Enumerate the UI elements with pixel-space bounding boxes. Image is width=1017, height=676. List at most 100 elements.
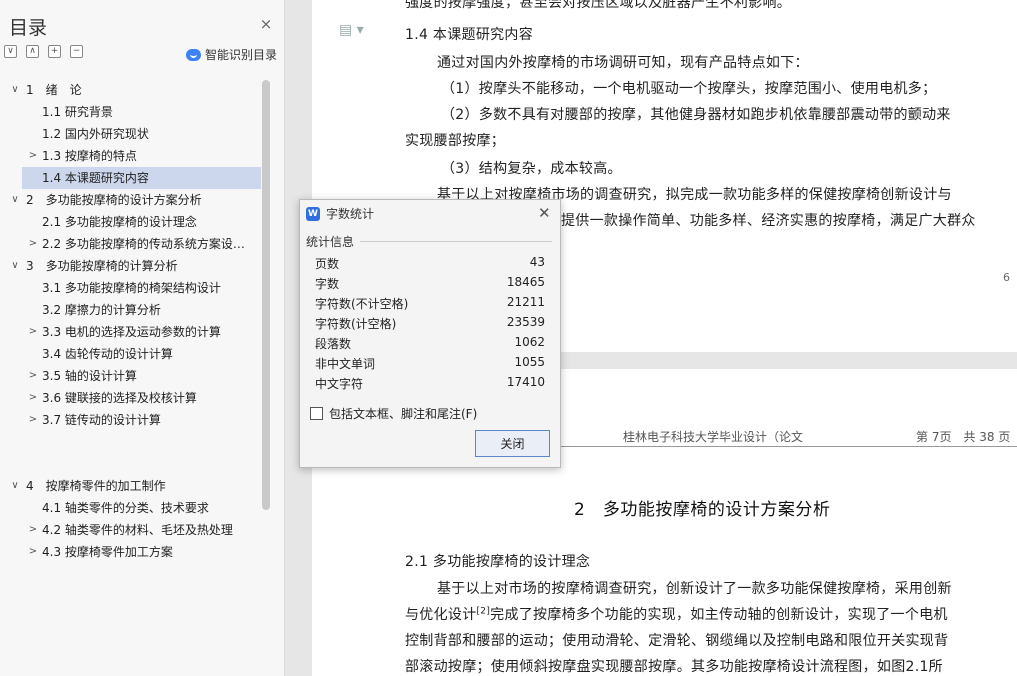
paragraph-line: （3）结构复杂，成本较高。: [441, 161, 622, 177]
expand-all-icon[interactable]: ∧: [26, 45, 39, 58]
toc-item[interactable]: 4.1 轴类零件的分类、技术要求: [0, 497, 262, 519]
toc-item-label: 1 绪 论: [26, 83, 82, 97]
toc-item[interactable]: 1.2 国内外研究现状: [0, 123, 262, 145]
dialog-title: 字数统计: [326, 207, 375, 221]
toc-item[interactable]: 3.2 摩擦力的计算分析: [0, 299, 262, 321]
toc-item-label: 1.4 本课题研究内容: [42, 171, 149, 185]
stat-value: 18465: [506, 275, 545, 289]
toc-item[interactable]: >3.5 轴的设计计算: [0, 365, 262, 387]
stat-label: 段落数: [315, 337, 352, 351]
toc-item-label: 4 按摩椅零件的加工制作: [26, 479, 166, 493]
collapse-all-icon[interactable]: ∨: [4, 45, 17, 58]
smart-toc-label: 智能识别目录: [205, 48, 278, 62]
citation[interactable]: [2]: [477, 606, 491, 616]
stat-row: 字数 18465: [315, 275, 545, 295]
stat-label: 页数: [315, 257, 340, 271]
smart-toc-button[interactable]: 智能识别目录: [186, 46, 277, 63]
chevron-right-icon[interactable]: >: [28, 365, 38, 387]
stat-row: 字符数(不计空格) 21211: [315, 295, 545, 315]
toc-item[interactable]: ∨ 1 绪 论: [0, 79, 262, 101]
word-count-dialog: W 字数统计 ✕ 统计信息 页数 43 字数 18465 字符数(不计空格) 21211 字…: [299, 199, 561, 468]
toc-item-label: 1.1 研究背景: [42, 105, 113, 119]
stat-row: 页数 43: [315, 255, 545, 275]
stat-label: 非中文单词: [315, 357, 376, 371]
stat-value: 1055: [514, 355, 545, 369]
chevron-right-icon[interactable]: >: [28, 541, 38, 563]
toc-item-label: 4.2 轴类零件的材料、毛坯及热处理: [42, 523, 233, 537]
toc-item-label: 3.4 齿轮传动的设计计算: [42, 347, 173, 361]
toc-item[interactable]: >4.2 轴类零件的材料、毛坯及热处理: [0, 519, 262, 541]
toc-item-label: 3.1 多功能按摩椅的椅架结构设计: [42, 281, 221, 295]
toc-item[interactable]: >2.2 多功能按摩椅的传动系统方案设…: [0, 233, 262, 255]
toc-item[interactable]: 3.4 齿轮传动的设计计算: [0, 343, 262, 365]
stat-label: 字符数(不计空格): [315, 297, 409, 311]
toc-item[interactable]: >4.3 按摩椅零件加工方案: [0, 541, 262, 563]
toc-item-label: 4.3 按摩椅零件加工方案: [42, 545, 173, 559]
stat-value: 17410: [506, 375, 545, 389]
document-icon[interactable]: ▤ ▾: [339, 22, 364, 38]
toc-item[interactable]: >3.3 电机的选择及运动参数的计算: [0, 321, 262, 343]
paragraph-line: 实现腰部按摩；: [405, 133, 506, 149]
paragraph-text: 完成了按摩椅多个功能的实现，如主传动轴的创新设计，实现了一个电机: [490, 607, 948, 623]
page-number: 6: [1003, 271, 1010, 284]
close-icon[interactable]: ✕: [538, 204, 551, 222]
chevron-right-icon[interactable]: >: [28, 145, 38, 167]
stat-label: 字数: [315, 277, 340, 291]
chapter-title: 2 多功能按摩椅的设计方案分析: [574, 500, 831, 520]
toc-item-label: 2.2 多功能按摩椅的传动系统方案设…: [42, 237, 245, 251]
stat-label: 中文字符: [315, 377, 364, 391]
toc-item-label: 3.7 链传动的设计计算: [42, 413, 161, 427]
section-heading: 1.4 本课题研究内容: [405, 27, 534, 43]
toc-item[interactable]: 1.1 研究背景: [0, 101, 262, 123]
toc-item-label: 3.6 键联接的选择及校核计算: [42, 391, 197, 405]
toc-item-label: 3.3 电机的选择及运动参数的计算: [42, 325, 221, 339]
toc-item-label: 2 多功能按摩椅的设计方案分析: [26, 193, 202, 207]
paragraph-line: 提供一款操作简单、功能多样、经济实惠的按摩椅，满足广大群众: [561, 213, 976, 229]
include-textbox-checkbox[interactable]: 包括文本框、脚注和尾注(F): [310, 405, 477, 422]
paragraph-line: 通过对国内外按摩椅的市场调研可知，现有产品特点如下：: [437, 55, 809, 71]
toc-item[interactable]: 1.4 本课题研究内容: [22, 167, 261, 189]
toc-item-label: 1.2 国内外研究现状: [42, 127, 149, 141]
toc-item[interactable]: 3.1 多功能按摩椅的椅架结构设计: [0, 277, 262, 299]
checkbox-box[interactable]: [310, 407, 323, 420]
toc-item[interactable]: ∨ 3 多功能按摩椅的计算分析: [0, 255, 262, 277]
stat-row: 段落数 1062: [315, 335, 545, 355]
paragraph-line: 基于以上对市场的按摩椅调查研究，创新设计了一款多功能保健按摩椅，采用创新: [437, 581, 952, 597]
close-button[interactable]: 关闭: [475, 430, 550, 457]
toc-scrollbar[interactable]: [262, 80, 270, 510]
toc-item-label: 1.3 按摩椅的特点: [42, 149, 137, 163]
toc-item[interactable]: >3.7 链传动的设计计算: [0, 409, 262, 431]
toc-item-label: 3 多功能按摩椅的计算分析: [26, 259, 178, 273]
chevron-right-icon[interactable]: >: [28, 387, 38, 409]
chevron-right-icon[interactable]: >: [28, 233, 38, 255]
dialog-title-bar[interactable]: W 字数统计: [306, 205, 374, 222]
stat-value: 23539: [506, 315, 545, 329]
stat-row: 字符数(计空格) 23539: [315, 315, 545, 335]
toc-pane: 目录 × ∨ ∧ + − 智能识别目录 ∨ 1 绪 论 1.1 研究背景 1.2 国内…: [0, 0, 285, 676]
toc-item[interactable]: 2.1 多功能按摩椅的设计理念: [0, 211, 262, 233]
stat-value: 21211: [506, 295, 545, 309]
close-icon[interactable]: ×: [259, 17, 273, 32]
chevron-right-icon[interactable]: >: [28, 519, 38, 541]
remove-heading-icon[interactable]: −: [70, 45, 83, 58]
checkbox-label: 包括文本框、脚注和尾注(F): [329, 407, 478, 421]
chevron-down-icon[interactable]: ∨: [10, 79, 20, 101]
toc-item[interactable]: ∨ 4 按摩椅零件的加工制作: [0, 475, 262, 497]
chevron-down-icon[interactable]: ∨: [10, 255, 20, 277]
toc-item[interactable]: ∨ 2 多功能按摩椅的设计方案分析: [0, 189, 262, 211]
stat-row: 中文字符 17410: [315, 375, 545, 395]
paragraph-line: （2）多数不具有对腰部的按摩，其他健身器材如跑步机依靠腰部震动带的颤动来: [441, 107, 951, 123]
toc-item[interactable]: >3.6 键联接的选择及校核计算: [0, 387, 262, 409]
toc-item-label: 4.1 轴类零件的分类、技术要求: [42, 501, 209, 515]
page-header-title: 桂林电子科技大学毕业设计（论文: [623, 430, 804, 444]
chevron-right-icon[interactable]: >: [28, 321, 38, 343]
toc-item[interactable]: >1.3 按摩椅的特点: [0, 145, 262, 167]
stat-label: 字符数(计空格): [315, 317, 397, 331]
chevron-down-icon[interactable]: ∨: [10, 475, 20, 497]
toc-item-label: 3.5 轴的设计计算: [42, 369, 137, 383]
chevron-right-icon[interactable]: >: [28, 409, 38, 431]
smart-toc-icon: [186, 48, 201, 61]
chevron-down-icon[interactable]: ∨: [10, 189, 20, 211]
add-heading-icon[interactable]: +: [48, 45, 61, 58]
stats-section-label: 统计信息: [306, 235, 355, 249]
